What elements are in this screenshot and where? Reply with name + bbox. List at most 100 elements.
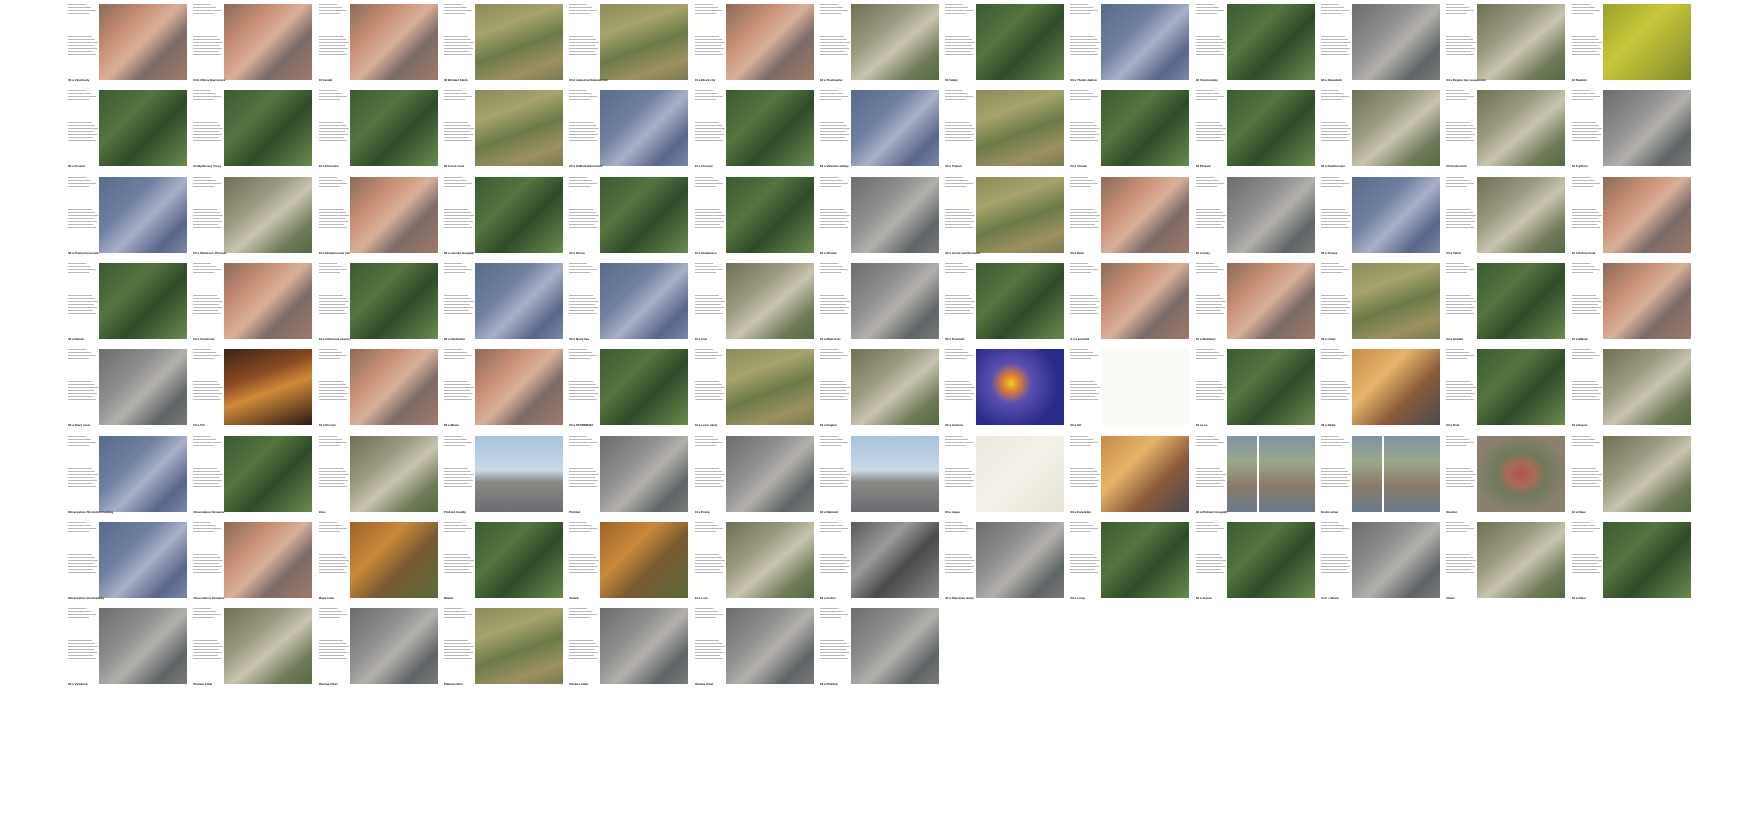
page-thumbnail[interactable]: 03 a Trh (191, 347, 316, 428)
page-thumbnail[interactable]: 03 a Veselí nad Moravou (943, 174, 1068, 255)
page-thumbnail[interactable]: Planina Cihel (567, 606, 692, 687)
page-thumbnail[interactable]: 03 a Přehled fotografií (1193, 433, 1318, 514)
page-thumbnail[interactable]: 03 a Lom (692, 519, 817, 600)
page-thumbnail[interactable]: 03 a Mělník (1569, 260, 1694, 341)
page-thumbnail[interactable]: 03 a Obkleství, Přelouč (191, 174, 316, 255)
page-thumbnail[interactable]: 03 a Hustota (943, 347, 1068, 428)
page-thumbnail[interactable]: 03 Radotín (1569, 2, 1694, 82)
page-thumbnail[interactable]: 03 a mapa (943, 433, 1068, 514)
page-thumbnail[interactable]: 03 forest road (441, 88, 566, 169)
page-thumbnail[interactable]: 03 Blinded fields (441, 2, 566, 82)
page-thumbnail[interactable]: 03 a Síť (1068, 347, 1193, 428)
page-thumbnail[interactable]: 03 a Hrádek (1444, 260, 1569, 341)
page-thumbnail[interactable]: Stolní obraz (1319, 433, 1443, 514)
page-thumbnail[interactable]: 03 a Náměstí (817, 433, 942, 514)
page-thumbnail[interactable]: 03 a Les (1193, 347, 1318, 428)
page-thumbnail[interactable]: 03 a Vinohrady (191, 260, 316, 341)
page-thumbnail[interactable]: 03 a Lomy (1068, 519, 1193, 600)
page-thumbnail[interactable]: 03 Vinohradsky (1193, 2, 1318, 82)
page-thumbnail[interactable]: Planina Cihel (316, 606, 441, 687)
page-thumbnail[interactable]: 03 a Malé Kolo (817, 260, 942, 341)
page-thumbnail[interactable]: Observation Strnadce (191, 519, 316, 600)
page-thumbnail[interactable]: 03 a Lánský lesopark (441, 174, 566, 255)
page-thumbnail[interactable]: 03 a Úvaly (1319, 260, 1443, 341)
page-thumbnail[interactable]: 03 a Přehled (817, 606, 942, 687)
page-thumbnail[interactable]: 03 a Region tier suspension (1444, 2, 1569, 82)
page-thumbnail[interactable]: 03 a Katedrála (1068, 433, 1193, 514)
page-thumbnail[interactable]: Brno (316, 433, 441, 514)
page-thumbnail[interactable]: 03 a Block city (692, 2, 817, 82)
page-thumbnail[interactable]: 03 a Město (441, 347, 566, 428)
page-thumbnail[interactable]: 03 a Podskalí (943, 260, 1068, 341)
page-thumbnail[interactable]: Přehled (567, 433, 692, 514)
page-thumbnail[interactable]: Oblast (441, 519, 566, 600)
page-thumbnail[interactable]: 03 a Lesní okraj (692, 347, 817, 428)
page-thumbnail[interactable]: 03 a Tahiti (1444, 174, 1569, 255)
page-thumbnail[interactable]: 03 a Průmyslová (1569, 174, 1694, 255)
page-thumbnail[interactable]: 03 a Pardubice (441, 260, 566, 341)
page-thumbnail[interactable]: 03 Přelouč (1193, 88, 1318, 169)
page-thumbnail[interactable]: 03 a Stavebník (1319, 2, 1443, 82)
page-caption: 03 a Petrovice (318, 165, 339, 169)
page-photo (725, 608, 814, 685)
page-thumbnail[interactable]: Mapa lomu (316, 519, 441, 600)
page-thumbnail[interactable]: 03 a Hody (1193, 174, 1318, 255)
page-thumbnail[interactable]: Planina Cihel (692, 606, 817, 687)
page-thumbnail[interactable]: 03 a Třebíč-Jadran (1068, 2, 1193, 82)
page-thumbnail[interactable]: 03 Valley (943, 2, 1068, 82)
page-thumbnail[interactable]: 03 a Strakonice (692, 174, 817, 255)
page-thumbnail[interactable]: 03 a Vytěžená (66, 606, 190, 687)
page-thumbnail[interactable]: 03 a Obce (1569, 519, 1694, 600)
page-thumbnail[interactable]: 03 a Dumbrovice (1319, 88, 1443, 169)
page-thumbnail[interactable]: Stadion (1444, 433, 1569, 514)
page-thumbnail[interactable]: 03 b Žižkov Barrandov (191, 2, 316, 82)
page-thumbnail[interactable]: 03 a Praha (692, 433, 817, 514)
page-thumbnail[interactable]: 03 a Panelové domy (943, 519, 1068, 600)
page-thumbnail[interactable]: Ústí + Ohare (1319, 519, 1443, 600)
page-thumbnail[interactable]: 03 a STOMMÉRA (567, 347, 692, 428)
page-thumbnail[interactable]: 03 a Průmyslová hala (66, 174, 190, 255)
page-thumbnail[interactable]: 03 a Jezera (1193, 519, 1318, 600)
page-thumbnail[interactable]: 03 a Starý most (66, 347, 190, 428)
page-thumbnail[interactable]: Planina Cihel (441, 606, 566, 687)
page-thumbnail[interactable]: 03 Invalid (316, 2, 441, 82)
page-thumbnail[interactable]: 03 a Trnava (1319, 174, 1443, 255)
page-thumbnail[interactable]: Observation Strnadce (191, 433, 316, 514)
page-thumbnail[interactable]: 03 Frydlant (1569, 88, 1694, 169)
page-thumbnail[interactable]: 03 a Archiv (817, 519, 942, 600)
page-thumbnail[interactable]: 03 a Prostor (316, 347, 441, 428)
page-thumbnail[interactable]: 03 Mydlovary Trosy (191, 88, 316, 169)
page-thumbnail[interactable]: 03 a Tischweiler (817, 2, 942, 82)
page-thumbnail[interactable]: Ohare (1444, 519, 1569, 600)
page-thumbnail[interactable]: 03 a Skály (1319, 347, 1443, 428)
page-thumbnail[interactable]: Zámek (567, 519, 692, 600)
page-thumbnail[interactable]: 03 a Vlnové (1068, 88, 1193, 169)
page-thumbnail[interactable]: Observation 7th district heating (66, 433, 190, 514)
page-thumbnail[interactable]: 03 a Obora (567, 174, 692, 255)
page-thumbnail[interactable]: 03 a Třeboň (943, 88, 1068, 169)
page-thumbnail[interactable]: 03 a Sídliště Barrandov (567, 88, 692, 169)
page-thumbnail[interactable]: 03 a Vlrovice (692, 88, 817, 169)
page-thumbnail[interactable]: Pražské hradby (441, 433, 566, 514)
page-thumbnail[interactable]: Observation Vinohradsky (66, 519, 190, 600)
page-thumbnail[interactable]: 03 a Krajina (817, 347, 942, 428)
page-thumbnail[interactable]: 03 a Ústí (692, 260, 817, 341)
page-thumbnail[interactable]: 03 a Vinohrady (66, 2, 190, 82)
page-thumbnail[interactable]: Planina Cihel (191, 606, 316, 687)
page-thumbnail[interactable]: 03 d industrial Statesticism (567, 2, 692, 82)
page-thumbnail[interactable]: 03 a Petrovice (316, 88, 441, 169)
page-thumbnail[interactable]: 03 a Prostor (66, 88, 190, 169)
page-thumbnail[interactable]: 3 4 a kostelní (1068, 260, 1193, 341)
page-thumbnail[interactable]: 03 a Slatiňany (1193, 260, 1318, 341)
page-thumbnail[interactable]: 03 a Kopce (1569, 347, 1694, 428)
page-thumbnail[interactable]: 03 a Dubí (1068, 174, 1193, 255)
page-thumbnail[interactable]: 03 a Obec (1569, 433, 1694, 514)
page-thumbnail[interactable]: 03 a Nová Ves (567, 260, 692, 341)
page-thumbnail[interactable]: 03 a Pole (1444, 347, 1569, 428)
page-thumbnail[interactable]: 03 a Vltavské zátoky (817, 88, 942, 169)
page-thumbnail[interactable]: 03 a Motokrosová trať (316, 174, 441, 255)
page-thumbnail[interactable]: 03 a Řehek (66, 260, 190, 341)
page-thumbnail[interactable]: 03 Krušnohoří (1444, 88, 1569, 169)
page-thumbnail[interactable]: 03 a Ochranné pásmo (316, 260, 441, 341)
page-thumbnail[interactable]: 03 a Zlínské (817, 174, 942, 255)
